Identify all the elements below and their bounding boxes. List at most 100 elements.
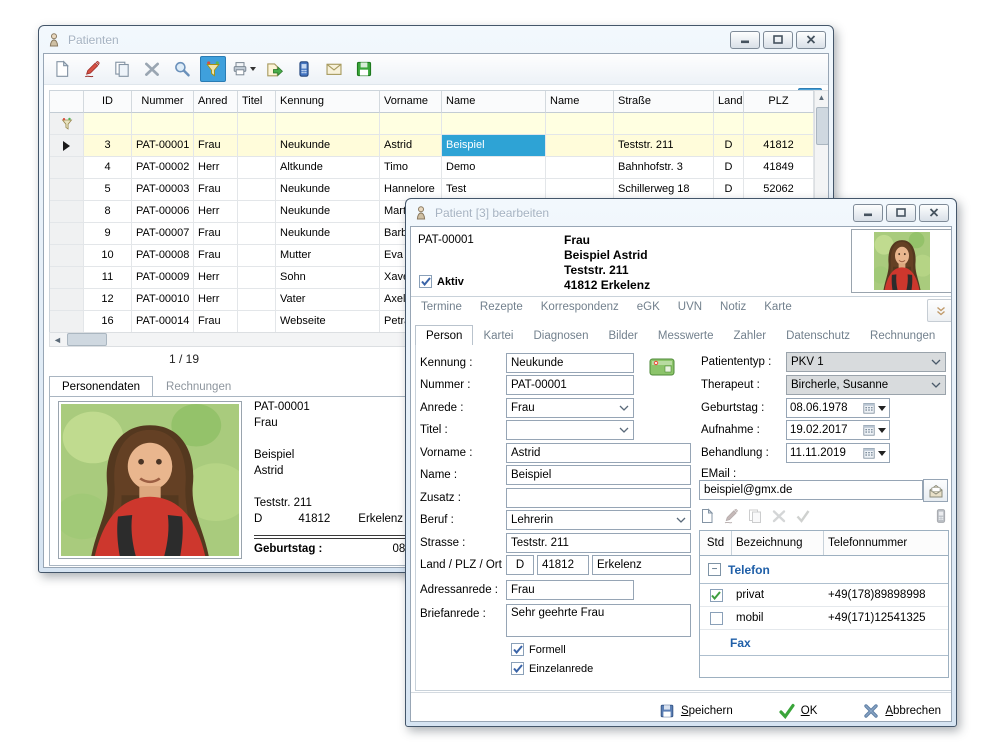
phone-nummer[interactable]: +49(178)89898998 [824,589,948,601]
grid-cell-titel[interactable] [238,201,276,223]
link-tab-korrespondenz[interactable]: Korrespondenz [541,301,619,313]
grid-cell-titel[interactable] [238,245,276,267]
phone-button[interactable] [292,57,316,81]
grid-cell-name[interactable]: Demo [442,157,546,179]
collapse-icon[interactable]: − [708,563,721,576]
grid-cell-id[interactable]: 9 [84,223,132,245]
patiententyp-select[interactable]: PKV 1 [786,352,946,372]
delete-button[interactable] [771,508,787,524]
grid-cell-name2[interactable] [546,135,614,157]
grid-cell-nummer[interactable]: PAT-00006 [132,201,194,223]
vorname-input[interactable] [506,443,691,463]
grid-cell-anred[interactable]: Frau [194,179,238,201]
dropdown-caret-icon[interactable] [250,67,256,71]
row-selector[interactable] [50,245,84,267]
row-selector[interactable] [50,135,84,157]
grid-cell-strasse[interactable]: Bahnhofstr. 3 [614,157,714,179]
grid-cell-nummer[interactable]: PAT-00001 [132,135,194,157]
grid-cell-kennung[interactable]: Neukunde [276,201,380,223]
filter-cell-anred[interactable] [194,113,238,135]
edit-button[interactable] [80,57,104,81]
mail-button[interactable] [322,57,346,81]
ort-input[interactable] [592,555,691,575]
grid-cell-anred[interactable]: Frau [194,223,238,245]
grid-cell-kennung[interactable]: Sohn [276,267,380,289]
titel-select[interactable] [506,420,634,440]
row-selector[interactable] [50,267,84,289]
strasse-input[interactable] [506,533,691,553]
grid-cell-nummer[interactable]: PAT-00002 [132,157,194,179]
tab-diagnosen[interactable]: Diagnosen [523,326,598,345]
land-input[interactable] [506,555,534,575]
briefanrede-textarea[interactable]: Sehr geehrte Frau [506,604,691,637]
tab-personendaten[interactable]: Personendaten [49,376,154,397]
grid-cell-nummer[interactable]: PAT-00003 [132,179,194,201]
grid-cell-nummer[interactable]: PAT-00007 [132,223,194,245]
maximize-button[interactable] [763,30,793,49]
grid-cell-land[interactable]: D [714,157,744,179]
minimize-button[interactable] [853,203,883,222]
row-selector[interactable] [50,311,84,333]
grid-cell-anred[interactable]: Frau [194,245,238,267]
formell-checkbox[interactable] [511,643,524,656]
tab-messwerte[interactable]: Messwerte [648,326,724,345]
column-header-kennung[interactable]: Kennung [276,91,380,113]
grid-cell-nummer[interactable]: PAT-00008 [132,245,194,267]
grid-cell-vorname[interactable]: Astrid [380,135,442,157]
grid-cell-id[interactable]: 10 [84,245,132,267]
phone-nummer[interactable]: +49(171)12541325 [824,612,948,624]
aktiv-checkbox[interactable] [419,275,432,288]
dropdown-triangle-icon[interactable] [878,405,886,411]
beruf-select[interactable]: Lehrerin [506,510,691,530]
ok-button[interactable]: OK [779,703,817,719]
new-button[interactable] [699,508,715,524]
filter-cell-strasse[interactable] [614,113,714,135]
grid-cell-id[interactable]: 8 [84,201,132,223]
search-button[interactable] [170,57,194,81]
phone-row[interactable]: privat +49(178)89898998 [700,584,948,607]
grid-cell-titel[interactable] [238,179,276,201]
grid-cell-name[interactable]: Beispiel [442,135,546,157]
row-selector[interactable] [50,179,84,201]
minimize-button[interactable] [730,30,760,49]
phone-col-std[interactable]: Std [700,531,732,555]
nummer-input[interactable] [506,375,634,395]
filter-cell-kennung[interactable] [276,113,380,135]
tab-datenschutz[interactable]: Datenschutz [776,326,860,345]
grid-cell-anred[interactable]: Herr [194,267,238,289]
column-header-plz[interactable]: PLZ [744,91,814,113]
link-tab-egk[interactable]: eGK [637,301,660,313]
close-button[interactable] [919,203,949,222]
row-selector[interactable] [50,201,84,223]
table-row[interactable]: 3 PAT-00001 Frau Neukunde Astrid Beispiel Test… [50,135,814,157]
column-header-nummer[interactable]: Nummer [132,91,194,113]
grid-cell-id[interactable]: 11 [84,267,132,289]
close-button[interactable] [796,30,826,49]
delete-button[interactable] [140,57,164,81]
vertical-scroll-thumb[interactable] [816,107,828,145]
column-header-strasse[interactable]: Straße [614,91,714,113]
phone-group-telefon[interactable]: − Telefon [700,556,948,584]
scroll-left-icon[interactable]: ◄ [50,335,65,345]
dropdown-triangle-icon[interactable] [878,427,886,433]
column-header-name[interactable]: Name [442,91,546,113]
column-header-id[interactable]: ID [84,91,132,113]
phone-group-fax[interactable]: Fax [700,630,948,656]
column-header-vorname[interactable]: Vorname [380,91,442,113]
filter-cell-name[interactable] [442,113,546,135]
grid-cell-kennung[interactable]: Neukunde [276,223,380,245]
grid-cell-anred[interactable]: Frau [194,135,238,157]
grid-cell-anred[interactable]: Herr [194,157,238,179]
std-checkbox[interactable] [709,588,723,602]
grid-cell-plz[interactable]: 41849 [744,157,814,179]
phone-bezeichnung[interactable]: privat [732,589,824,601]
grid-cell-titel[interactable] [238,267,276,289]
email-input[interactable] [699,480,923,500]
column-header-anred[interactable]: Anred [194,91,238,113]
grid-cell-id[interactable]: 16 [84,311,132,333]
filter-cell-land[interactable] [714,113,744,135]
kennung-input[interactable] [506,353,634,373]
column-header-land[interactable]: Land [714,91,744,113]
edit-titlebar[interactable]: Patient [3] bearbeiten [406,199,956,226]
tab-zahler[interactable]: Zahler [723,326,776,345]
